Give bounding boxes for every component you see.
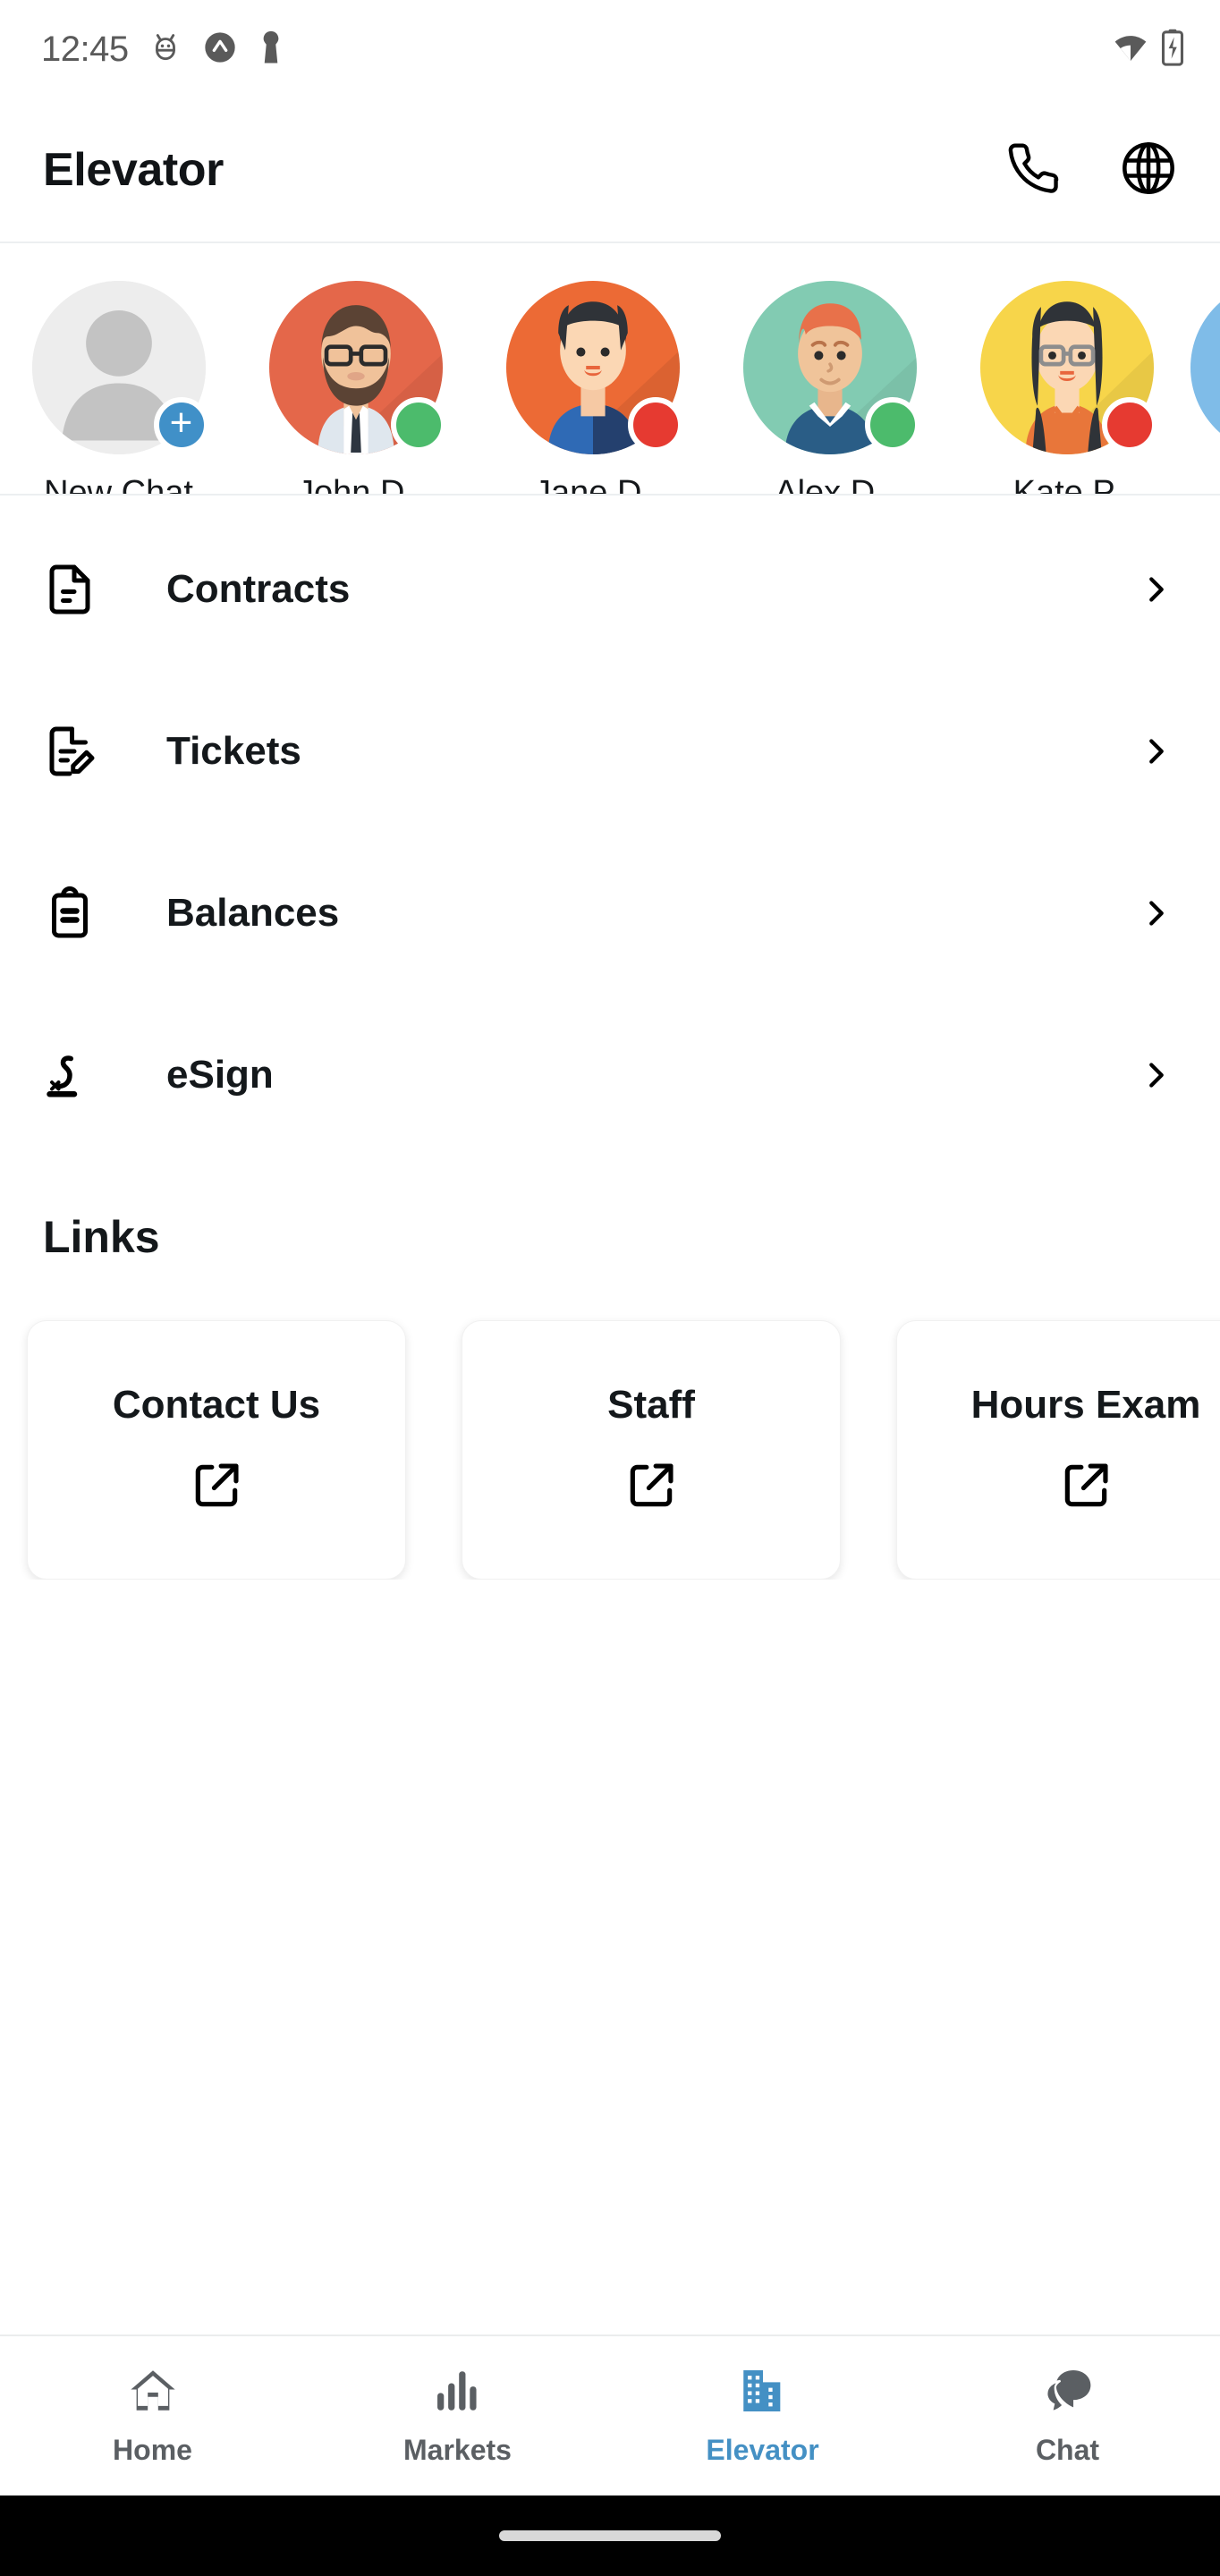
contact-label: Kate P.: [1012, 474, 1121, 496]
bar-chart-icon: [432, 2365, 484, 2421]
nav-item-elevator[interactable]: Elevator: [610, 2365, 915, 2467]
chevron-right-icon[interactable]: [1136, 731, 1177, 772]
avatar-wrapper: +: [31, 281, 209, 454]
home-indicator[interactable]: [499, 2530, 721, 2541]
page-title: Elevator: [43, 144, 225, 196]
contacts-strip[interactable]: + New Chat John D. Jane D. Alex D. Kate …: [0, 243, 1220, 496]
link-card-title: Contact Us: [112, 1382, 321, 1427]
external-link-icon: [623, 1458, 679, 1518]
content-spacer: [0, 1580, 1220, 2334]
app-bar: Elevator: [0, 98, 1220, 243]
links-heading: Links: [43, 1212, 160, 1262]
menu-item-tickets[interactable]: Tickets: [0, 670, 1220, 832]
contact-label: Alex D.: [775, 474, 885, 496]
link-card-staff[interactable]: Staff: [462, 1320, 841, 1580]
contact-partial-next[interactable]: [1190, 281, 1220, 454]
status-bar: 12:45: [0, 0, 1220, 98]
nav-item-chat[interactable]: Chat: [915, 2365, 1220, 2467]
chevron-right-icon[interactable]: [1136, 569, 1177, 610]
avatar-wrapper: [742, 281, 920, 454]
nav-item-label: Home: [113, 2434, 192, 2466]
globe-icon: [1120, 140, 1177, 201]
phone-button[interactable]: [1002, 138, 1066, 202]
contact-label: New Chat: [44, 474, 193, 496]
contact-jane-d[interactable]: Jane D.: [474, 281, 711, 496]
add-badge[interactable]: +: [153, 397, 209, 453]
avatar: [1190, 281, 1220, 454]
menu-item-label: Contracts: [166, 566, 351, 611]
menu-item-label: Tickets: [166, 728, 301, 773]
document-edit-icon: [43, 724, 120, 778]
menu-item-label: Balances: [166, 890, 340, 935]
building-icon: [737, 2365, 789, 2421]
link-card-title: Hours Exam: [970, 1382, 1201, 1427]
clipboard-icon: [43, 886, 120, 940]
app-screen: 12:45 Elevator + New Chat John D. Jane D…: [0, 0, 1220, 2576]
contact-john-d[interactable]: John D.: [237, 281, 474, 496]
keyhole-pin-icon: [258, 30, 284, 70]
avatar-wrapper: [505, 281, 683, 454]
contact-alex-d[interactable]: Alex D.: [711, 281, 948, 496]
status-badge-online: [864, 397, 920, 453]
links-strip[interactable]: Contact Us Staff Hours Exam: [0, 1263, 1220, 1580]
contact-kate-p[interactable]: Kate P.: [948, 281, 1185, 496]
menu-item-label: eSign: [166, 1052, 274, 1097]
avatar-wrapper: [979, 281, 1157, 454]
menu-item-balances[interactable]: Balances: [0, 832, 1220, 994]
chat-bubbles-icon: [1042, 2365, 1094, 2421]
external-link-icon: [189, 1458, 244, 1518]
phone-icon: [1006, 140, 1062, 200]
link-card-title: Staff: [607, 1382, 695, 1427]
nav-item-label: Elevator: [706, 2434, 819, 2466]
link-card-contact-us[interactable]: Contact Us: [27, 1320, 406, 1580]
link-card-hours-exam[interactable]: Hours Exam: [896, 1320, 1220, 1580]
status-badge-online: [390, 397, 446, 453]
status-badge-busy: [1101, 397, 1157, 453]
nav-item-label: Markets: [403, 2434, 512, 2466]
external-link-icon: [1058, 1458, 1114, 1518]
wifi-icon: [1113, 30, 1148, 70]
home-icon: [127, 2365, 179, 2421]
battery-charging-icon: [1161, 29, 1184, 71]
status-badge-busy: [627, 397, 683, 453]
avatar-wrapper: [268, 281, 446, 454]
signature-icon: [43, 1048, 120, 1102]
menu-list: Contracts Tickets Balances eSign: [0, 496, 1220, 1156]
language-button[interactable]: [1116, 138, 1181, 202]
contact-new-chat[interactable]: + New Chat: [0, 281, 237, 496]
caret-up-circle-icon: [202, 30, 238, 70]
nav-item-home[interactable]: Home: [0, 2365, 305, 2467]
contact-label: John D.: [297, 474, 414, 496]
menu-item-contracts[interactable]: Contracts: [0, 508, 1220, 670]
nav-item-label: Chat: [1035, 2434, 1100, 2466]
android-bug-icon: [148, 30, 182, 69]
chevron-right-icon[interactable]: [1136, 893, 1177, 934]
document-icon: [43, 563, 120, 616]
status-bar-clock: 12:45: [41, 29, 129, 69]
plus-icon: +: [169, 401, 193, 445]
menu-item-esign[interactable]: eSign: [0, 994, 1220, 1156]
bottom-navigation: Home Markets Elevator Chat: [0, 2334, 1220, 2496]
nav-item-markets[interactable]: Markets: [305, 2365, 610, 2467]
contact-label: Jane D.: [534, 474, 651, 496]
chevron-right-icon[interactable]: [1136, 1055, 1177, 1096]
gesture-bar: [0, 2496, 1220, 2576]
app-bar-actions: [1002, 138, 1181, 202]
status-bar-left: 12:45: [41, 30, 284, 70]
status-bar-right: [1113, 29, 1184, 71]
